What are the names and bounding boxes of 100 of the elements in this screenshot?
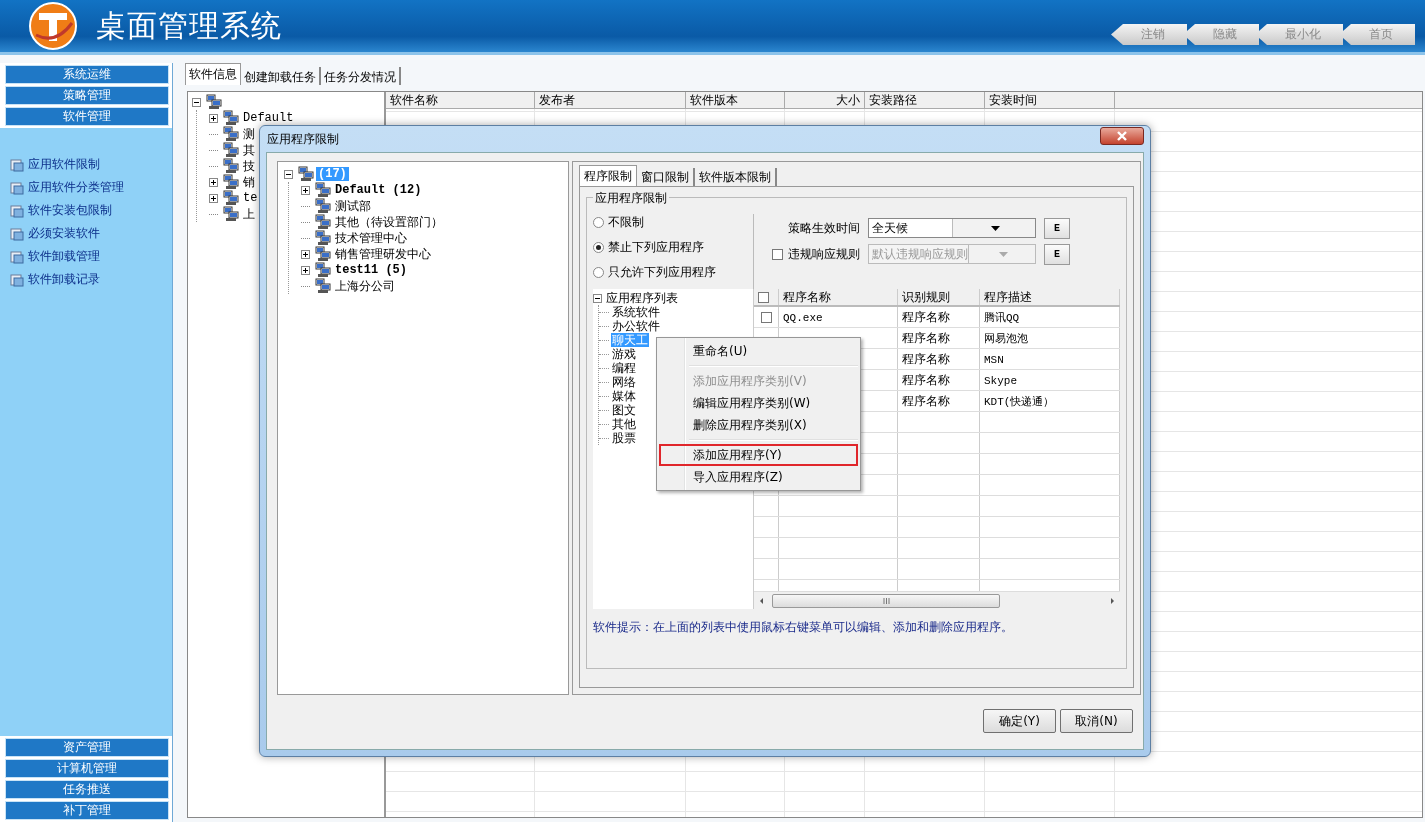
expand-plus-icon[interactable] <box>301 185 310 195</box>
column-header[interactable]: 发布者 <box>535 92 686 108</box>
table-cell: 腾讯QQ <box>984 312 1020 324</box>
collapse-minus-icon[interactable] <box>593 293 602 303</box>
nav-section-button[interactable]: 系统运维 <box>5 65 169 84</box>
tree-node-label[interactable]: 测 <box>241 125 257 143</box>
column-header[interactable]: 程序名称 <box>779 289 898 305</box>
tab[interactable]: 软件版本限制 <box>695 168 777 186</box>
dialog-title: 应用程序限制 <box>267 130 339 148</box>
radio-label[interactable]: 禁止下列应用程序 <box>608 239 704 256</box>
tree-node-label[interactable]: 应用程序列表 <box>605 291 679 305</box>
tree-node-label[interactable]: Default <box>241 111 296 125</box>
computer-group-icon <box>223 174 239 190</box>
tree-node-label[interactable]: 图文 <box>611 403 637 417</box>
column-header[interactable]: 程序描述 <box>980 289 1120 305</box>
tree-node-label[interactable]: 编程 <box>611 361 637 375</box>
column-header[interactable]: 安装时间 <box>985 92 1115 108</box>
scrollbar-thumb[interactable] <box>772 593 1000 608</box>
tree-node-label[interactable]: 其他（待设置部门） <box>333 213 445 231</box>
tree-node-label[interactable]: 股票 <box>611 431 637 445</box>
column-header[interactable]: 软件版本 <box>686 92 785 108</box>
menu-item[interactable]: 编辑应用程序类别(W) <box>659 392 858 414</box>
tree-node-label[interactable]: 网络 <box>611 375 637 389</box>
tab[interactable]: 窗口限制 <box>637 168 695 186</box>
table-cell: Skype <box>984 375 1017 387</box>
tab[interactable]: 任务分发情况 <box>321 67 401 85</box>
dialog-button[interactable]: 取消(N) <box>1060 709 1133 733</box>
nav-section-button[interactable]: 计算机管理 <box>5 759 169 778</box>
tree-node-label[interactable]: 媒体 <box>611 389 637 403</box>
computer-group-icon <box>223 158 239 174</box>
expand-plus-icon[interactable] <box>301 265 310 275</box>
nav-link[interactable]: 必须安装软件 <box>28 225 100 242</box>
app-icon <box>10 272 24 287</box>
collapse-minus-icon[interactable] <box>284 169 293 179</box>
menu-item[interactable]: 重命名(U) <box>659 340 858 362</box>
column-header[interactable]: 识别规则 <box>898 289 980 305</box>
tree-node-label[interactable]: 技 <box>241 157 257 175</box>
tree-node-label[interactable]: 办公软件 <box>611 319 661 333</box>
column-header[interactable]: 软件名称 <box>386 92 535 108</box>
computer-group-icon <box>223 142 239 158</box>
close-button[interactable] <box>1100 127 1144 145</box>
column-header[interactable]: 大小 <box>785 92 865 108</box>
column-header[interactable]: 安装路径 <box>865 92 985 108</box>
radio-button[interactable] <box>593 242 604 253</box>
computer-group-icon <box>315 214 331 230</box>
tree-node-label[interactable]: 上 <box>241 205 257 223</box>
radio-button[interactable] <box>593 267 604 278</box>
table-cell: 程序名称 <box>902 331 950 345</box>
collapse-minus-icon[interactable] <box>192 97 201 107</box>
radio-button[interactable] <box>593 217 604 228</box>
tree-node-label[interactable]: 系统软件 <box>611 305 661 319</box>
computer-group-icon <box>206 94 222 110</box>
tree-node-label[interactable]: 其 <box>241 141 257 159</box>
tree-node-label[interactable]: 游戏 <box>611 347 637 361</box>
computer-group-icon <box>315 278 331 294</box>
menu-item[interactable]: 添加应用程序(Y) <box>659 444 858 466</box>
tree-node-label[interactable]: 测试部 <box>333 197 373 215</box>
expand-plus-icon[interactable] <box>209 193 218 203</box>
schedule-dropdown[interactable]: 全天候 <box>868 218 1036 238</box>
app-icon <box>10 180 24 195</box>
nav-link[interactable]: 软件安装包限制 <box>28 202 112 219</box>
logo-icon <box>28 1 78 51</box>
tree-node-label[interactable]: Default (12) <box>333 183 424 197</box>
menu-item[interactable]: 导入应用程序(Z) <box>659 466 858 488</box>
tree-node-label[interactable]: te <box>241 191 260 205</box>
computer-group-icon <box>315 246 331 262</box>
nav-section-button[interactable]: 策略管理 <box>5 86 169 105</box>
checkbox[interactable] <box>760 311 772 323</box>
nav-section-button[interactable]: 补丁管理 <box>5 801 169 820</box>
radio-label[interactable]: 只允许下列应用程序 <box>608 264 716 281</box>
nav-section-button[interactable]: 软件管理 <box>5 107 169 126</box>
nav-link[interactable]: 应用软件分类管理 <box>28 179 124 196</box>
tree-node-label[interactable]: test11 (5) <box>333 263 409 277</box>
radio-label[interactable]: 不限制 <box>608 214 644 231</box>
nav-link[interactable]: 软件卸载管理 <box>28 248 100 265</box>
tree-node-label[interactable]: 其他 <box>611 417 637 431</box>
tab[interactable]: 程序限制 <box>579 165 637 186</box>
nav-link[interactable]: 应用软件限制 <box>28 156 100 173</box>
tree-node-label[interactable]: 销售管理研发中心 <box>333 245 433 263</box>
expand-plus-icon[interactable] <box>301 249 310 259</box>
dialog-button[interactable]: 确定(Y) <box>983 709 1056 733</box>
nav-section-button[interactable]: 资产管理 <box>5 738 169 757</box>
field-label: 策略生效时间 <box>787 219 860 237</box>
select-all-checkbox[interactable] <box>758 291 769 303</box>
tab[interactable]: 软件信息 <box>185 63 241 85</box>
rule-dropdown: 默认违规响应规则 <box>868 244 1036 264</box>
tree-node-label[interactable]: 上海分公司 <box>333 277 397 295</box>
nav-link[interactable]: 软件卸载记录 <box>28 271 100 288</box>
tab[interactable]: 创建卸载任务 <box>241 67 321 85</box>
tree-node-label[interactable]: 技术管理中心 <box>333 229 409 247</box>
expand-plus-icon[interactable] <box>209 113 218 123</box>
dropdown-arrow-icon[interactable] <box>990 225 1000 231</box>
edit-button[interactable]: E <box>1044 217 1070 239</box>
computer-group-icon <box>223 126 239 142</box>
computer-group-icon <box>298 166 314 182</box>
tree-node-label[interactable]: 销 <box>241 173 257 191</box>
menu-item[interactable]: 删除应用程序类别(X) <box>659 414 858 436</box>
nav-section-button[interactable]: 任务推送 <box>5 780 169 799</box>
expand-plus-icon[interactable] <box>209 177 218 187</box>
menu-item: 添加应用程序类别(V) <box>659 370 858 392</box>
